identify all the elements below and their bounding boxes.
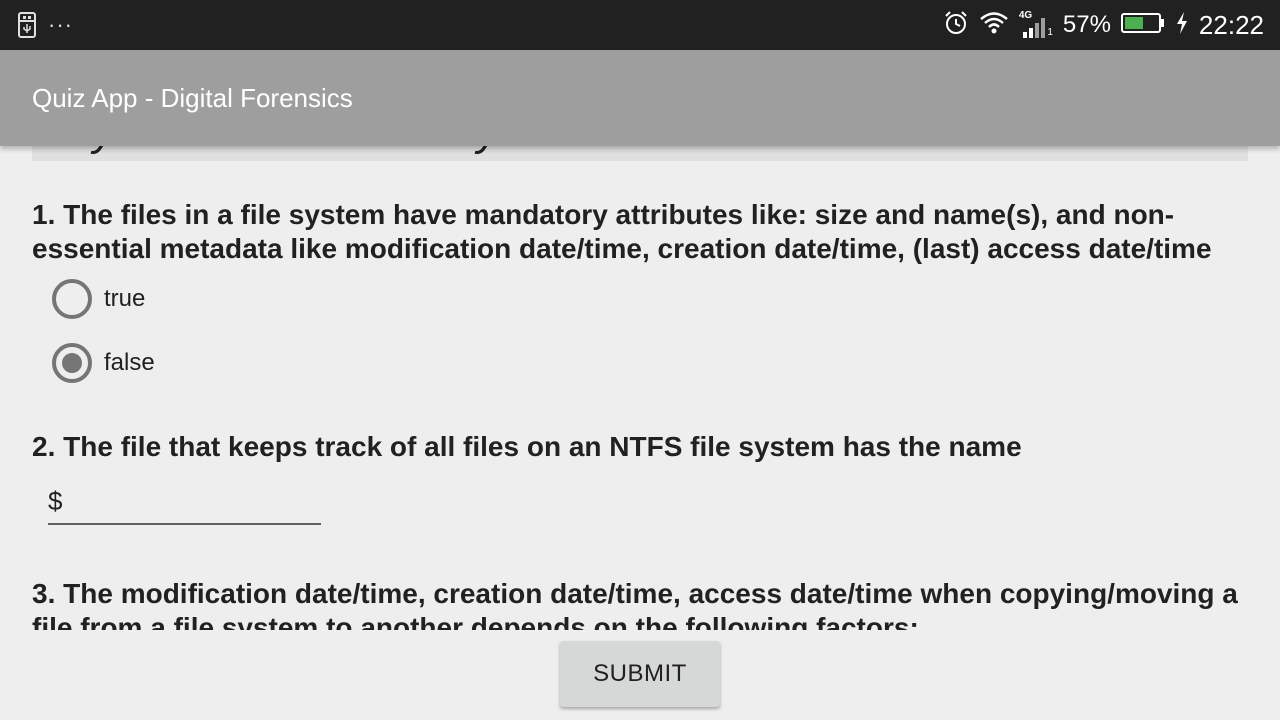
charging-icon [1175, 11, 1189, 40]
battery-icon [1120, 12, 1165, 39]
status-bar: ··· 4G 1 57% 22:22 [0, 0, 1280, 50]
usb-icon [16, 12, 38, 38]
status-right-icons: 4G 1 57% 22:22 [933, 10, 1264, 40]
radio-button-false[interactable] [52, 343, 92, 383]
question-2-text: 2. The file that keeps track of all file… [32, 431, 1022, 462]
sim-slot-label: 1 [1047, 27, 1053, 38]
radio-option-true[interactable]: true [52, 279, 145, 319]
wifi-icon [979, 11, 1009, 40]
battery-percent: 57% [1062, 11, 1111, 38]
question-2-answer-input[interactable] [48, 480, 321, 522]
radio-button-true[interactable] [52, 279, 92, 319]
app-bar: Quiz App - Digital Forensics [0, 50, 1280, 146]
motto-banner: May the Force be with you. [32, 146, 1248, 161]
signal-icon: 4G 1 [1019, 10, 1053, 40]
app-title: Quiz App - Digital Forensics [32, 83, 353, 113]
question-2-answer-field[interactable] [48, 480, 321, 525]
clock-time: 22:22 [1198, 9, 1264, 40]
radio-label-false[interactable]: false [104, 349, 155, 377]
radio-label-true[interactable]: true [104, 285, 145, 313]
radio-option-false[interactable]: false [52, 343, 155, 383]
quiz-content[interactable]: May the Force be with you. 1. The files … [0, 146, 1280, 630]
alarm-icon [943, 10, 969, 41]
more-icon: ··· [48, 12, 73, 37]
status-left-icons: ··· [16, 12, 73, 38]
question-3-text: 3. The modification date/time, creation … [32, 578, 1238, 630]
question-1-text: 1. The files in a file system have manda… [32, 199, 1212, 264]
submit-button[interactable]: SUBMIT [560, 641, 720, 707]
motto-text: May the Force be with you. [32, 146, 560, 156]
